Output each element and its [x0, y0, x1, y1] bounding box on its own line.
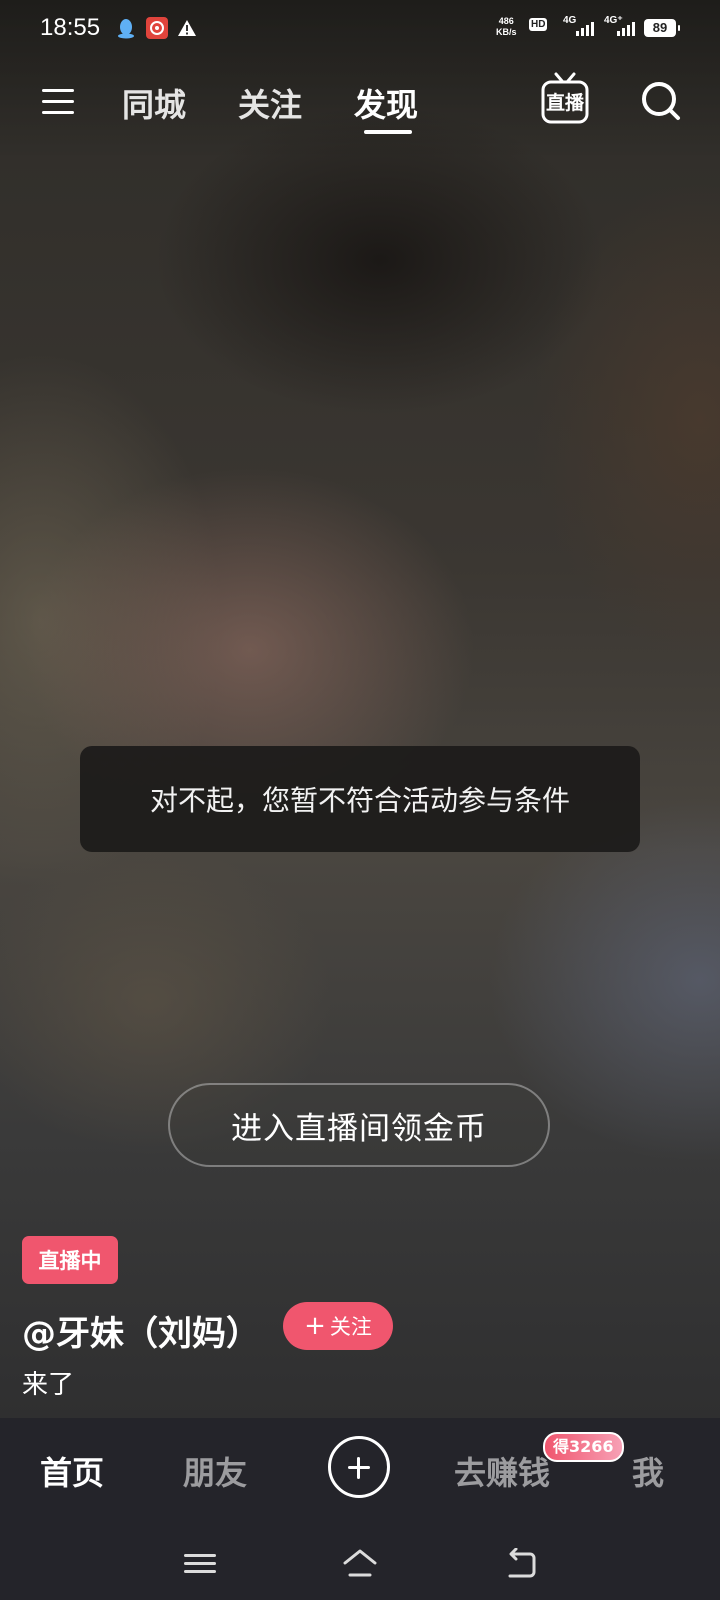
follow-button[interactable]: + 关注 [283, 1302, 393, 1350]
tab-me[interactable]: 我 [632, 1448, 664, 1494]
enter-live-room-label: 进入直播间领金币 [231, 1110, 487, 1147]
network-speed: 486 KB/s [496, 16, 517, 38]
netease-music-icon [146, 17, 168, 39]
top-nav: 同城 关注 发现 直播 [0, 66, 720, 140]
tab-discover[interactable]: 发现 [354, 80, 418, 126]
tab-home[interactable]: 首页 [40, 1448, 104, 1494]
tab-earn-money[interactable]: 去赚钱 [454, 1448, 550, 1494]
tab-city[interactable]: 同城 [122, 80, 186, 126]
search-icon[interactable] [640, 80, 682, 122]
enter-live-room-button[interactable]: 进入直播间领金币 [168, 1083, 550, 1167]
warning-icon [178, 20, 196, 36]
video-backdrop[interactable] [0, 0, 720, 1418]
follow-label: 关注 [329, 1315, 372, 1339]
add-icon[interactable] [328, 1436, 390, 1498]
bottom-tab-bar: 首页 朋友 去赚钱 得3266 我 [0, 1418, 720, 1528]
author-name[interactable]: @牙妹（刘妈） [22, 1306, 260, 1355]
status-bar: 18:55 486 KB/s HD 4G 4G⁺ 89 [0, 0, 720, 58]
network-speed-unit: KB/s [496, 27, 517, 37]
battery-indicator: 89 [644, 19, 680, 37]
plus-icon: + [304, 1311, 326, 1341]
toast-message: 对不起，您暂不符合活动参与条件 [80, 746, 640, 852]
system-home-icon[interactable] [342, 1548, 378, 1580]
tab-follow[interactable]: 关注 [238, 80, 302, 126]
tab-friends[interactable]: 朋友 [183, 1448, 247, 1494]
live-status-label: 直播中 [38, 1249, 102, 1273]
system-navigation-bar [0, 1528, 720, 1600]
toast-text: 对不起，您暂不符合活动参与条件 [149, 784, 570, 817]
live-entry-label[interactable]: 直播 [540, 88, 590, 115]
video-caption: 来了 [22, 1370, 75, 1400]
live-status-badge[interactable]: 直播中 [22, 1236, 118, 1284]
menu-icon[interactable] [40, 84, 76, 120]
sim2-signal-icon [617, 20, 635, 36]
active-tab-indicator [364, 130, 412, 134]
hd-badge: HD [529, 18, 548, 31]
sim1-network: 4G [563, 15, 577, 26]
status-time: 18:55 [40, 14, 101, 41]
system-menu-icon[interactable] [182, 1548, 218, 1580]
earn-coins-badge: 得3266 [543, 1432, 624, 1462]
qq-icon [118, 19, 134, 39]
sim1-signal-icon [576, 20, 594, 36]
system-back-icon[interactable] [502, 1548, 538, 1580]
network-speed-value: 486 [498, 16, 514, 26]
